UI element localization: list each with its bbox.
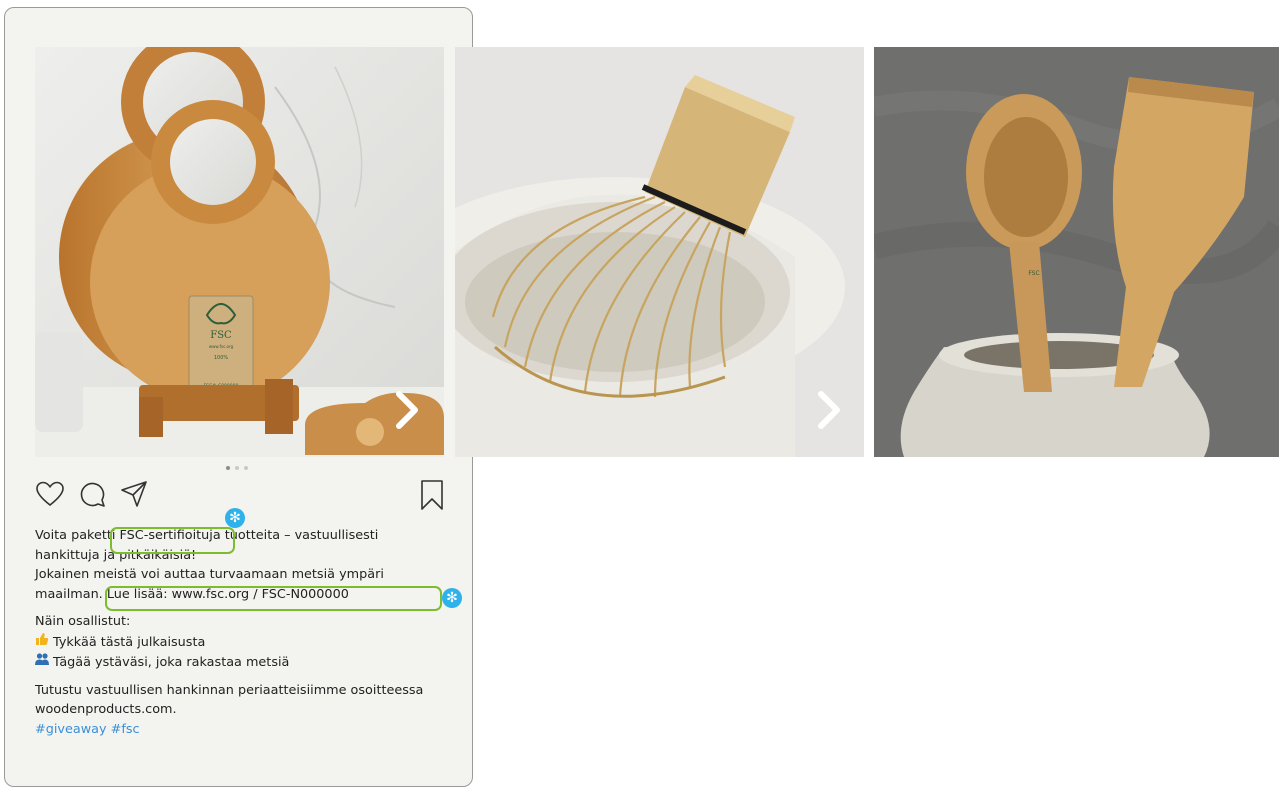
hashtags[interactable]: #giveaway #fsc [35,720,455,740]
highlight-box [105,586,442,611]
bookmark-icon[interactable] [418,479,446,511]
carousel-dot[interactable] [244,466,248,470]
fsc-percent-text: 100% [214,355,229,361]
thumbs-up-icon [36,632,49,645]
caption-line: Jokainen meistä voi auttaa turvaamaan me… [35,567,384,582]
people-icon [35,653,49,665]
annotation-badge[interactable]: ✻ [225,508,245,528]
carousel-image-bamboo-whisk[interactable] [455,47,864,457]
fsc-spoon-mark: FSC [1028,270,1039,277]
chevron-right-icon[interactable] [391,390,421,430]
highlight-box [110,527,235,554]
carousel-dot[interactable] [226,466,230,470]
annotation-badge[interactable]: ✻ [442,588,462,608]
caption-line: Tutustu vastuullisen hankinnan periaatte… [35,682,424,698]
caption-line: woodenproducts.com. [35,702,177,717]
carousel-image-bamboo-spoons[interactable]: FSC [874,47,1279,457]
carousel-image-cutting-boards[interactable]: FSC www.fsc.org 100% FSC® C000000 [35,47,444,457]
caption-line: hankittuja ja pitkäikäisiä! [35,547,197,563]
step-like: Tykkää tästä julkaisusta [35,632,455,653]
post-actions [35,479,149,509]
heart-icon[interactable] [35,479,65,509]
comment-icon[interactable] [77,479,107,509]
fsc-site-text: www.fsc.org [209,344,234,349]
carousel-dot[interactable] [235,466,239,470]
chevron-right-icon[interactable] [813,390,843,430]
carousel-dots [226,466,248,470]
fsc-logo-text: FSC [210,330,232,341]
step-tag: Tägää ystäväsi, joka rakastaa metsiä [35,652,455,673]
post-caption: Voita paketti FSC-sertifioituja tuotteit… [35,526,455,739]
how-to-title: Näin osallistut: [35,614,131,629]
send-icon[interactable] [119,479,149,509]
caption-line: Voita paketti FSC-sertifioituja tuotteit… [35,528,379,543]
